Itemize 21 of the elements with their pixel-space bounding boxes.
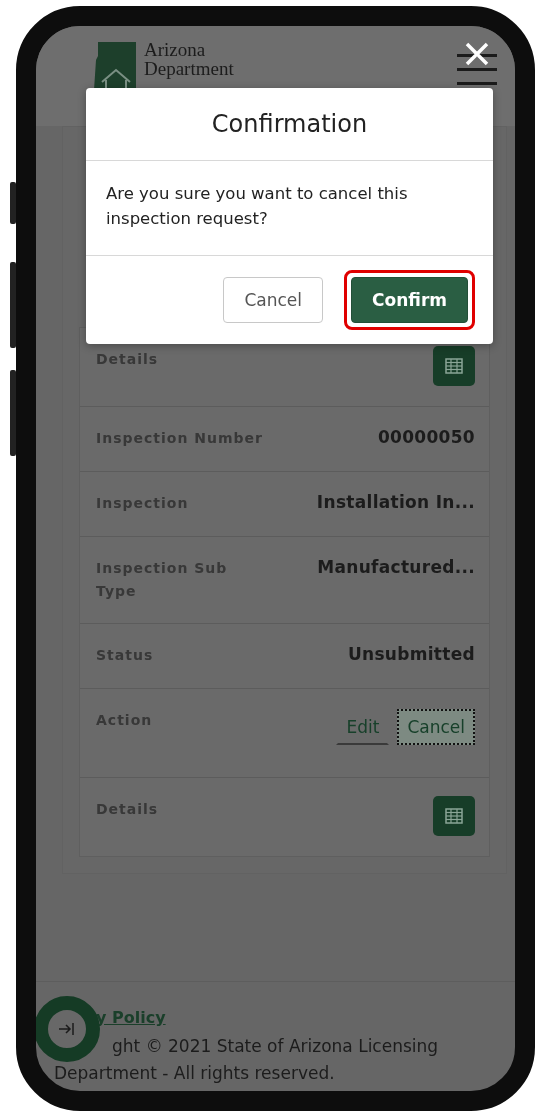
copyright-text: ght © 2021 State of Arizona Licensing [112,1035,440,1058]
details-button[interactable] [433,796,475,836]
field-value: 00000050 [377,427,475,447]
table-icon [445,358,463,374]
logo-text: Department [144,59,234,78]
dialog-button[interactable]: Cancel [223,277,324,323]
copyright-text: Department - All rights reserved. [54,1062,336,1085]
arrow-to-bar-icon [58,1021,76,1037]
table-icon [445,808,463,824]
action-link[interactable]: Cancel [397,709,475,745]
logo-text: Arizona [144,40,207,59]
dialog-message: Are you sure you want to cancel this inspection request? [86,161,493,256]
action-link[interactable]: Edit [336,709,390,745]
close-icon[interactable] [465,42,489,66]
details-button[interactable] [433,346,475,386]
field-value: Unsubmitted [347,644,475,664]
field-value: Installation In... [316,492,475,512]
dialog-title: Confirmation [86,88,493,161]
field-value: Manufactured... [317,557,475,577]
dialog-button[interactable]: Confirm [351,277,468,323]
privacy-policy-link[interactable]: y Policy [96,1008,166,1027]
